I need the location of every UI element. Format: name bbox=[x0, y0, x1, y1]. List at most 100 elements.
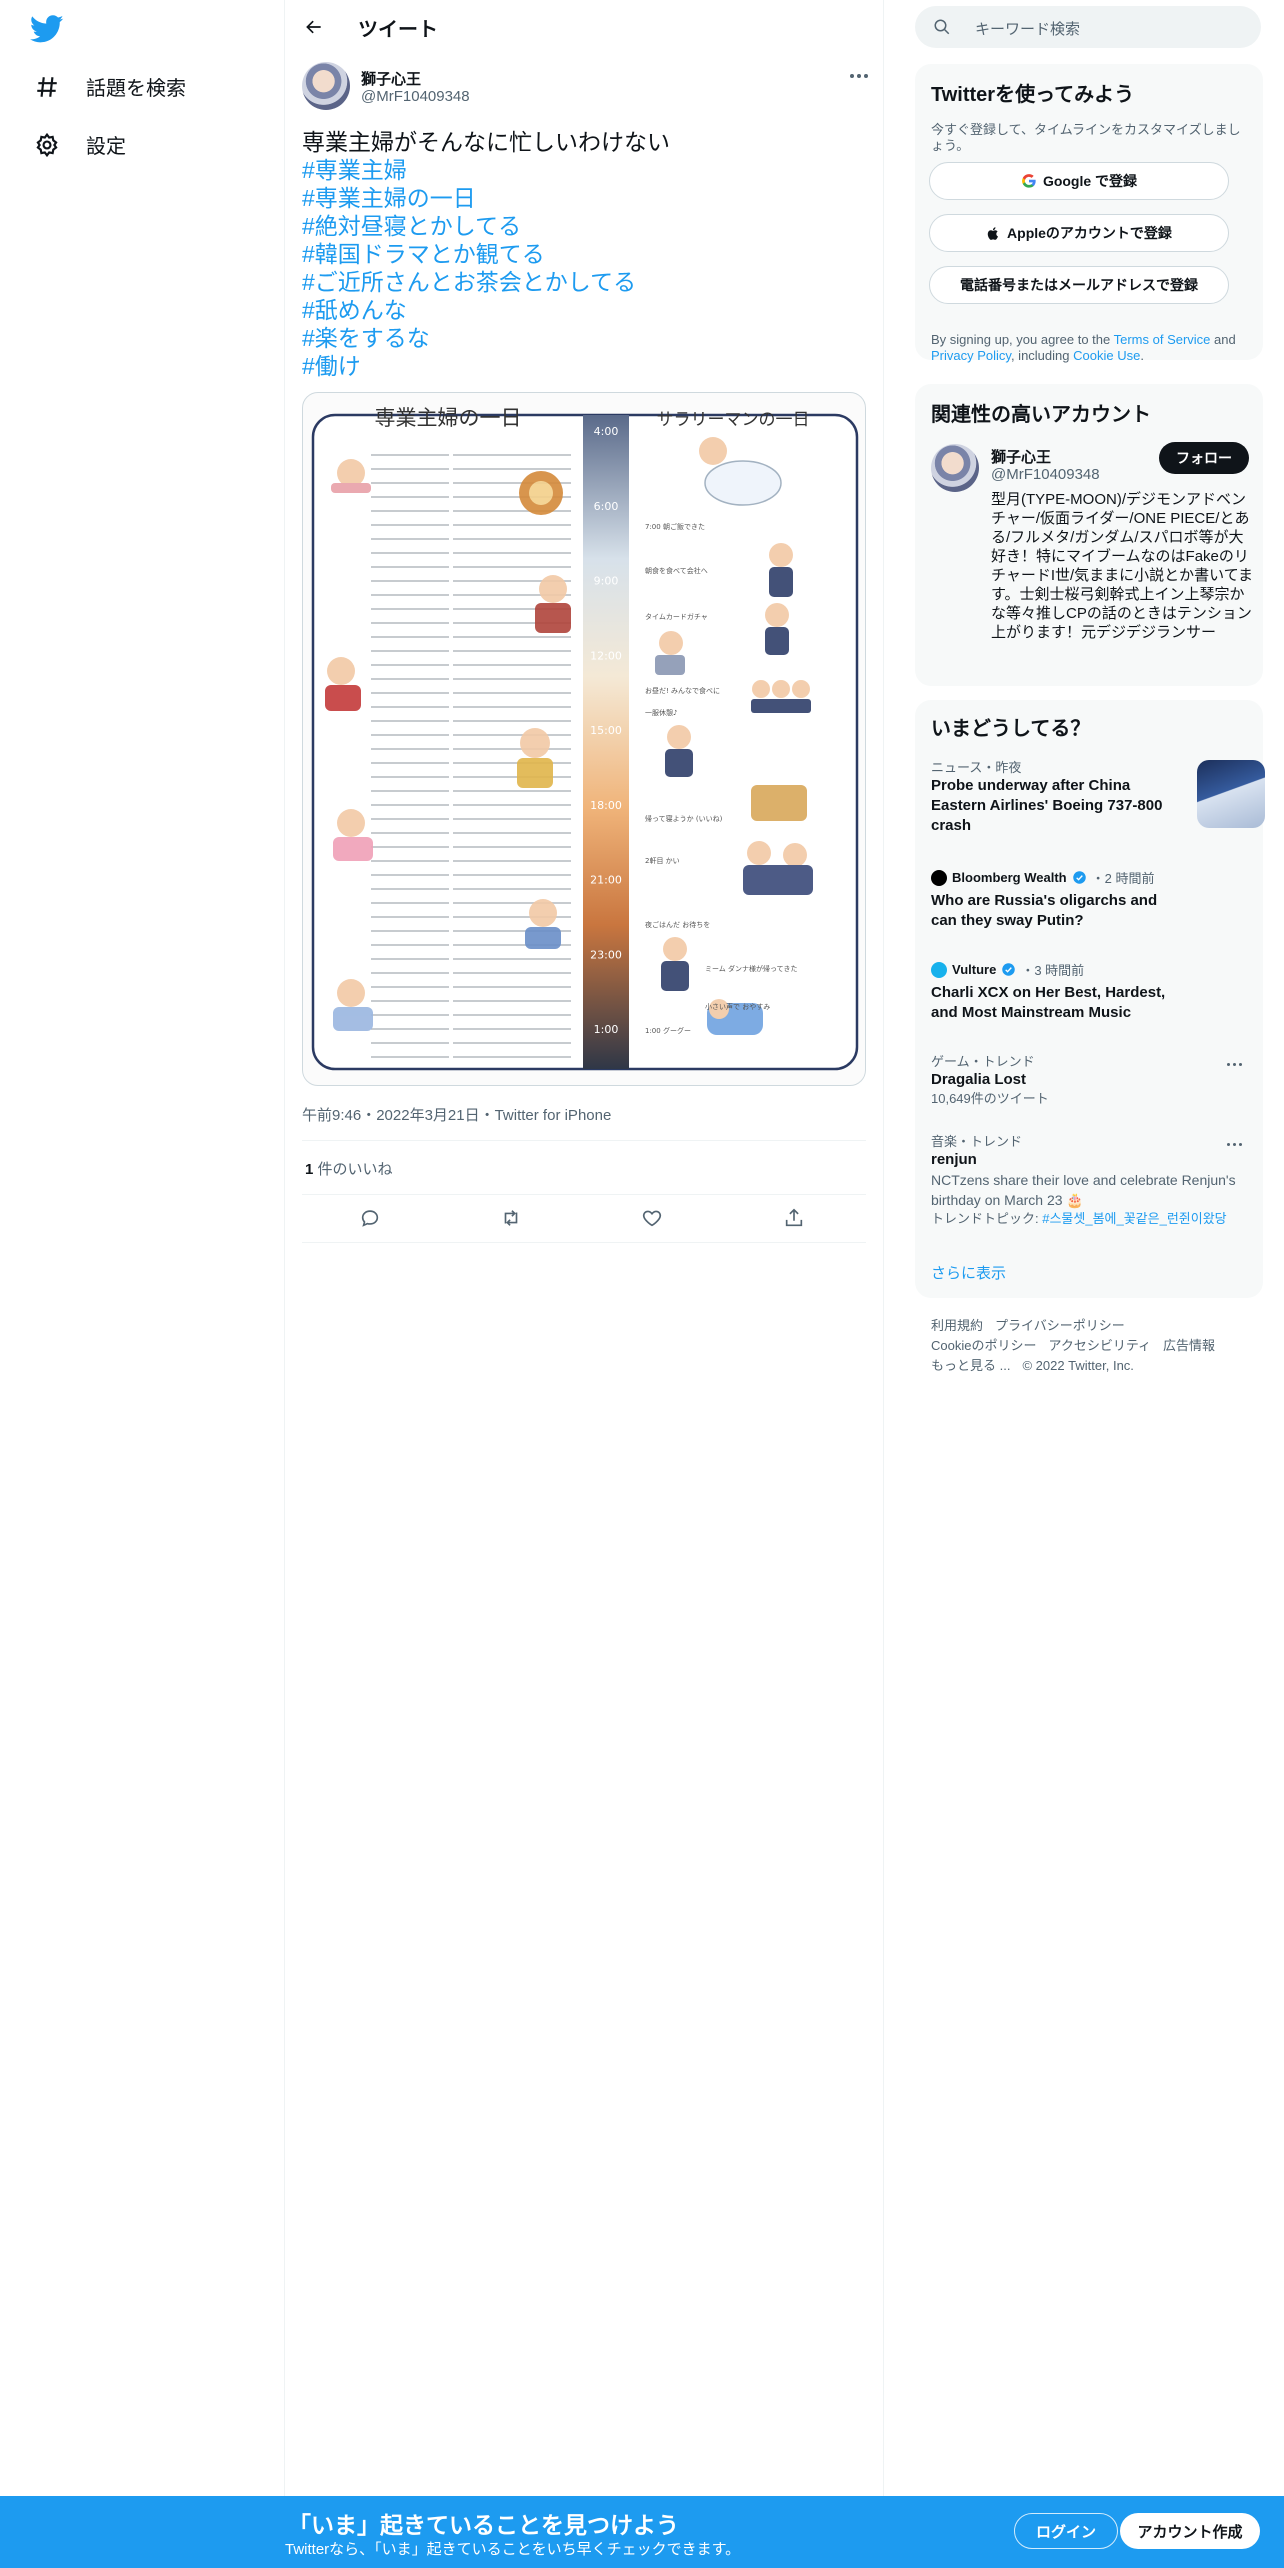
trend-source: Bloomberg Wealth ・2 時間前 bbox=[931, 868, 1251, 887]
back-button[interactable] bbox=[297, 10, 331, 44]
trend-title: renjun bbox=[931, 1151, 977, 1168]
like-button[interactable] bbox=[638, 1204, 666, 1232]
hashtag-link[interactable]: #働け bbox=[302, 352, 872, 380]
trend-item[interactable]: Vulture ・3 時間前 Charli XCX on Her Best, H… bbox=[931, 960, 1251, 1023]
source-time: ・2 時間前 bbox=[1091, 871, 1155, 886]
legal-period: . bbox=[1140, 348, 1144, 363]
signup-card: Twitterを使ってみよう 今すぐ登録して、タイムラインをカスタマイズしましょ… bbox=[915, 64, 1263, 363]
nav-settings[interactable]: 設定 bbox=[34, 130, 126, 159]
time-label: 9:00 bbox=[594, 575, 619, 588]
footer-link[interactable]: プライバシーポリシー bbox=[995, 1318, 1125, 1333]
trend-count: 10,649件のツイート bbox=[931, 1091, 1049, 1106]
cookie-link[interactable]: Cookie Use bbox=[1073, 348, 1140, 363]
terms-link[interactable]: Terms of Service bbox=[1114, 332, 1211, 347]
more-dots-icon bbox=[850, 74, 854, 78]
hashtag-link[interactable]: #絶対昼寝とかしてる bbox=[302, 212, 872, 240]
footer-link[interactable]: アクセシビリティ bbox=[1048, 1338, 1151, 1353]
divider bbox=[302, 1194, 866, 1195]
related-title: 関連性の高いアカウント bbox=[931, 404, 1151, 426]
left-navigation: 話題を検索 設定 bbox=[0, 0, 284, 2568]
likes-count[interactable]: 1 件のいいね bbox=[305, 1158, 393, 1179]
author-name[interactable]: 獅子心王 bbox=[361, 68, 421, 89]
hashtag-link[interactable]: #専業主婦の一日 bbox=[302, 184, 872, 212]
more-dots-icon bbox=[1226, 1142, 1230, 1146]
right-panel-title: サラリーマンの一日 bbox=[657, 410, 810, 430]
google-signup-button[interactable]: Google で登録 bbox=[929, 162, 1229, 200]
tweet-timestamp[interactable]: 午前9:46・2022年3月21日・Twitter for iPhone bbox=[302, 1104, 611, 1125]
bloomberg-logo-icon bbox=[931, 869, 947, 886]
trend-title: Dragalia Lost bbox=[931, 1071, 1027, 1088]
share-button[interactable] bbox=[780, 1204, 808, 1232]
hashtag-link[interactable]: #舐めんな bbox=[302, 296, 872, 324]
signup-legal-text: By signing up, you agree to the Terms of… bbox=[931, 332, 1251, 364]
footer-link[interactable]: Cookieのポリシー bbox=[931, 1338, 1036, 1353]
google-icon bbox=[1022, 174, 1036, 188]
reply-button[interactable] bbox=[356, 1204, 384, 1232]
tweet-text: 専業主婦がそんなに忙しいわけない #専業主婦 #専業主婦の一日 #絶対昼寝とかし… bbox=[302, 128, 872, 380]
right-note: 朝食を食べて会社へ bbox=[645, 566, 708, 575]
follow-button[interactable]: フォロー bbox=[1159, 442, 1249, 474]
trend-title: Probe underway after China Eastern Airli… bbox=[931, 777, 1163, 834]
right-note: ミーム ダンナ様が帰ってきた bbox=[705, 964, 797, 973]
twitter-logo-icon[interactable] bbox=[29, 12, 66, 48]
related-avatar[interactable] bbox=[931, 444, 979, 492]
privacy-link[interactable]: Privacy Policy bbox=[931, 348, 1011, 363]
login-button[interactable]: ログイン bbox=[1014, 2513, 1118, 2549]
hashtag-link[interactable]: #韓国ドラマとか観てる bbox=[302, 240, 872, 268]
time-label: 15:00 bbox=[590, 724, 622, 737]
time-label: 4:00 bbox=[594, 425, 619, 438]
trend-more-button[interactable] bbox=[1221, 1054, 1247, 1074]
nav-explore-label: 話題を検索 bbox=[86, 78, 186, 100]
trend-item[interactable]: ゲーム・トレンド Dragalia Lost 10,649件のツイート bbox=[931, 1054, 1251, 1108]
tweet-image[interactable]: 専業主婦の一日 サラリーマンの一日 4:00 6:00 9:00 12:00 15:00… bbox=[302, 392, 866, 1086]
google-signup-label: Google で登録 bbox=[1042, 173, 1138, 189]
show-more-link[interactable]: さらに表示 bbox=[931, 1262, 1006, 1283]
apple-signup-button[interactable]: Appleのアカウントで登録 bbox=[929, 214, 1229, 252]
tweet-text-line: 専業主婦がそんなに忙しいわけない bbox=[302, 129, 670, 155]
right-note: 夜ごはんだ お待ちを bbox=[645, 920, 710, 929]
divider bbox=[302, 1242, 866, 1243]
likes-label: 件のいいね bbox=[313, 1161, 393, 1178]
right-note: 小さい声で おやすみ bbox=[705, 1002, 770, 1011]
trend-source: Vulture ・3 時間前 bbox=[931, 960, 1251, 979]
apple-icon bbox=[987, 226, 998, 240]
related-handle[interactable]: @MrF10409348 bbox=[991, 466, 1100, 483]
heart-icon bbox=[642, 1210, 662, 1227]
author-handle[interactable]: @MrF10409348 bbox=[361, 88, 470, 105]
related-bio: 型月(TYPE-MOON)/デジモンアドベンチャー/仮面ライダー/ONE PIE… bbox=[991, 491, 1253, 641]
footer-link[interactable]: 利用規約 bbox=[931, 1318, 983, 1333]
trend-more-button[interactable] bbox=[1221, 1134, 1247, 1154]
time-label: 23:00 bbox=[590, 948, 622, 961]
legal-including: , including bbox=[1010, 348, 1074, 363]
trends-card: いまどうしてる？ ニュース・昨夜 Probe underway after Ch… bbox=[915, 700, 1265, 1298]
author-avatar[interactable] bbox=[302, 62, 350, 110]
footer-link[interactable]: 広告情報 bbox=[1163, 1338, 1215, 1353]
infographic-illustration: 専業主婦の一日 サラリーマンの一日 4:00 6:00 9:00 12:00 15:00… bbox=[311, 406, 859, 1071]
search-input[interactable]: キーワード検索 bbox=[915, 6, 1261, 48]
trend-item[interactable]: 音楽・トレンド renjun NCTzens share their love … bbox=[931, 1134, 1251, 1228]
trend-item[interactable]: ニュース・昨夜 Probe underway after China Easte… bbox=[931, 760, 1265, 836]
trend-item[interactable]: Bloomberg Wealth ・2 時間前 Who are Russia's… bbox=[931, 868, 1251, 931]
verified-badge-icon bbox=[1002, 963, 1016, 976]
vulture-logo-icon bbox=[931, 961, 947, 978]
trend-description: NCTzens share their love and celebrate R… bbox=[931, 1172, 1236, 1208]
related-name[interactable]: 獅子心王 bbox=[991, 446, 1051, 467]
hashtag-link[interactable]: #専業主婦 bbox=[302, 156, 872, 184]
retweet-button[interactable] bbox=[497, 1204, 525, 1232]
create-account-button[interactable]: アカウント作成 bbox=[1120, 2513, 1260, 2549]
phone-signup-label: 電話番号またはメールアドレスで登録 bbox=[960, 277, 1198, 293]
hashtag-link[interactable]: #楽をするな bbox=[302, 324, 872, 352]
time-label: 21:00 bbox=[590, 874, 622, 887]
phone-email-signup-button[interactable]: 電話番号またはメールアドレスで登録 bbox=[929, 266, 1229, 304]
trend-topic: トレンドトピック: #스물셋_봄에_꽃같은_런쥔이왔당 bbox=[931, 1210, 1251, 1228]
right-note: 帰って寝ようか (いいね) bbox=[645, 814, 723, 823]
more-options-button[interactable] bbox=[845, 64, 873, 88]
footer-links: 利用規約 プライバシーポリシー Cookieのポリシー アクセシビリティ 広告情報 も… bbox=[931, 1316, 1251, 1376]
divider bbox=[302, 1140, 866, 1141]
hashtag-link[interactable]: #ご近所さんとお茶会とかしてる bbox=[302, 268, 872, 296]
trend-topic-prefix: トレンドトピック: bbox=[931, 1211, 1043, 1226]
trend-topic-link[interactable]: #스물셋_봄에_꽃같은_런쥔이왔당 bbox=[1042, 1211, 1226, 1226]
nav-explore[interactable]: 話題を検索 bbox=[34, 72, 186, 101]
source-name: Vulture bbox=[952, 962, 997, 977]
footer-link[interactable]: もっと見る ... bbox=[931, 1358, 1010, 1373]
